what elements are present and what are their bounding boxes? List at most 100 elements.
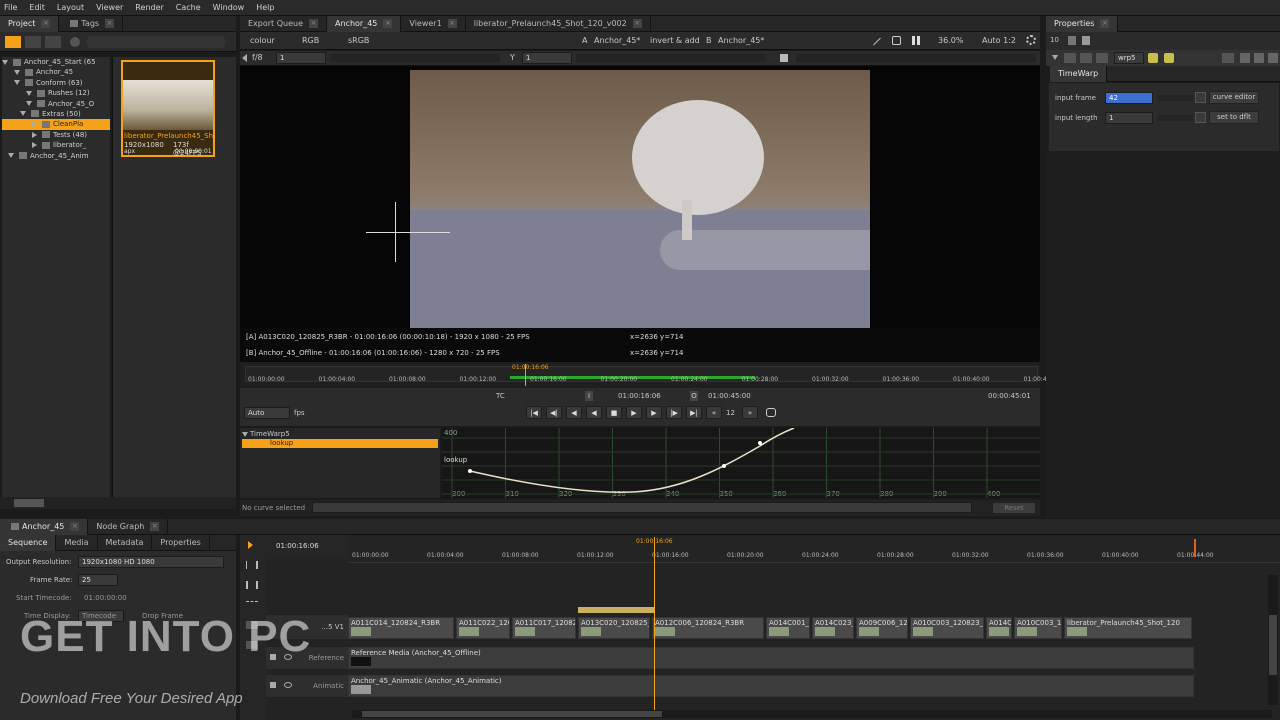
menu-window[interactable]: Window [213, 3, 245, 12]
tree-item[interactable]: liberator_ [2, 140, 110, 150]
proxy-scale-dropdown[interactable]: Auto 1:2 [982, 36, 1016, 45]
frame-field[interactable]: 1 [276, 52, 326, 64]
list-view-icon[interactable] [25, 36, 41, 48]
loop-icon[interactable] [766, 408, 776, 417]
play-icon[interactable]: ▶ [626, 406, 642, 419]
max-panels-value[interactable]: 10 [1050, 36, 1059, 44]
input-b-dropdown[interactable]: Anchor_45* [718, 36, 764, 45]
crosshair-horizontal[interactable] [366, 232, 450, 233]
timeline-clip[interactable]: A013C020_120825_R3 [578, 617, 650, 639]
expand-icon[interactable] [32, 131, 37, 138]
select-tool-icon[interactable] [248, 541, 253, 549]
menu-cache[interactable]: Cache [176, 3, 201, 12]
float-panel-icon[interactable] [1254, 53, 1264, 63]
color-icon[interactable] [1148, 53, 1158, 63]
close-icon[interactable]: × [309, 18, 319, 28]
current-timecode[interactable]: 01:00:16:06 [618, 392, 661, 400]
collapse-icon[interactable] [1052, 55, 1058, 60]
gain-slider[interactable] [330, 54, 500, 62]
tab-anchor-45-timeline[interactable]: Anchor_45 × [0, 518, 89, 535]
tree-item[interactable]: Anchor_45 [2, 67, 110, 77]
viewer-canvas[interactable] [240, 66, 1040, 328]
out-marker[interactable]: O [690, 391, 698, 401]
stop-icon[interactable]: ■ [606, 406, 622, 419]
input-length-slider[interactable] [1157, 115, 1193, 121]
scroll-thumb[interactable] [14, 499, 44, 507]
tab-media[interactable]: Media [56, 534, 98, 551]
go-to-end-icon[interactable]: ▶| [686, 406, 702, 419]
gear-icon[interactable] [1026, 35, 1036, 45]
play-reverse-icon[interactable]: ◀ [586, 406, 602, 419]
colour-dropdown[interactable]: colour [250, 36, 275, 45]
detail-view-icon[interactable] [45, 36, 61, 48]
tree-item[interactable]: Anchor_45_O [2, 99, 110, 109]
expand-icon[interactable] [32, 142, 37, 149]
color-icon[interactable] [1164, 53, 1174, 63]
tab-node-graph[interactable]: Node Graph × [88, 518, 169, 535]
in-marker[interactable]: I [585, 391, 593, 401]
tree-item[interactable]: CleanPla [2, 119, 110, 130]
tree-item[interactable]: Anchor_45_Start (65 [2, 57, 110, 67]
timeline-clip[interactable]: A009C006_120 [856, 617, 908, 639]
track-select-icon[interactable] [246, 561, 258, 569]
expand-icon[interactable] [2, 59, 8, 65]
fps-dropdown[interactable]: Auto [244, 407, 290, 419]
grid-view-icon[interactable] [5, 36, 21, 48]
skip-back-icon[interactable]: « [706, 406, 722, 419]
selected-clip-bar[interactable] [578, 607, 654, 613]
curve-graph[interactable]: 300 310 320 330 340 350 360 370 380 390 400 [442, 428, 1040, 498]
close-icon[interactable]: × [383, 18, 393, 28]
timeline-clip[interactable]: A010C003_12 [1014, 617, 1062, 639]
lut-dropdown[interactable]: sRGB [348, 36, 369, 45]
input-frame-slider[interactable] [1157, 95, 1193, 101]
start-timecode-value[interactable]: 01:00:00:00 [84, 594, 127, 602]
fstop-value[interactable]: f/8 [252, 53, 263, 62]
clip-thumbnail[interactable]: liberator_Prelaunch45_Sh 1920x1080 173f … [121, 60, 215, 157]
clear-panels-icon[interactable] [1082, 36, 1090, 45]
pin-icon[interactable] [1068, 36, 1076, 45]
timeline-clip[interactable]: A011C014_120824_R3BR [348, 617, 454, 639]
pause-icon[interactable] [912, 36, 920, 45]
expand-icon[interactable] [26, 101, 32, 107]
timeline-clip[interactable]: A011C022_120 [456, 617, 510, 639]
close-icon[interactable]: × [105, 18, 115, 28]
menu-layout[interactable]: Layout [57, 3, 84, 12]
out-timecode[interactable]: 01:00:45:00 [708, 392, 751, 400]
close-icon[interactable]: × [150, 521, 160, 531]
timeline-clip[interactable]: A014C0 [986, 617, 1012, 639]
wipe-icon[interactable] [873, 37, 881, 46]
out-point-marker[interactable] [1194, 539, 1196, 557]
crosshair-vertical[interactable] [395, 202, 396, 262]
channel-dropdown[interactable]: RGB [302, 36, 319, 45]
curve-key[interactable] [468, 469, 472, 473]
tab-project[interactable]: Project × [0, 15, 60, 32]
curve-editor-button[interactable]: curve editor [1209, 91, 1259, 104]
step-size[interactable]: 12 [726, 409, 735, 417]
slip-tool-icon[interactable] [246, 581, 258, 589]
gamma-slider[interactable] [576, 54, 766, 62]
search-input[interactable] [86, 36, 226, 48]
project-scrollbar[interactable] [0, 497, 236, 509]
input-a-dropdown[interactable]: Anchor_45* [594, 36, 640, 45]
revert-icon[interactable] [1222, 53, 1234, 63]
reset-button[interactable]: Reset [992, 502, 1036, 514]
tab-metadata[interactable]: Metadata [98, 534, 153, 551]
next-edit-icon[interactable]: |▶ [666, 406, 682, 419]
curve-expression-field[interactable] [312, 502, 972, 513]
prev-icon[interactable] [242, 54, 247, 62]
close-icon[interactable]: × [70, 521, 80, 531]
timeline-clip[interactable]: A011C017_120824 [512, 617, 576, 639]
reference-clip[interactable]: Reference Media (Anchor_45_Offline) [348, 647, 1194, 669]
timeline-playhead[interactable] [654, 537, 655, 712]
expand-icon[interactable] [32, 121, 37, 128]
tab-timewarp[interactable]: TimeWarp [1050, 65, 1108, 82]
zoom-dropdown[interactable]: 36.0% [938, 36, 963, 45]
step-back-icon[interactable]: ◀ [566, 406, 582, 419]
input-frame-field[interactable]: 42 [1105, 92, 1153, 104]
tab-liberator-shot[interactable]: liberator_Prelaunch45_Shot_120_v002 × [466, 15, 651, 32]
scroll-thumb[interactable] [362, 711, 662, 717]
node-name-field[interactable]: wrp5 [1114, 52, 1144, 64]
go-to-start-icon[interactable]: |◀ [526, 406, 542, 419]
animation-icon[interactable] [1195, 92, 1206, 103]
expand-icon[interactable] [242, 431, 248, 437]
